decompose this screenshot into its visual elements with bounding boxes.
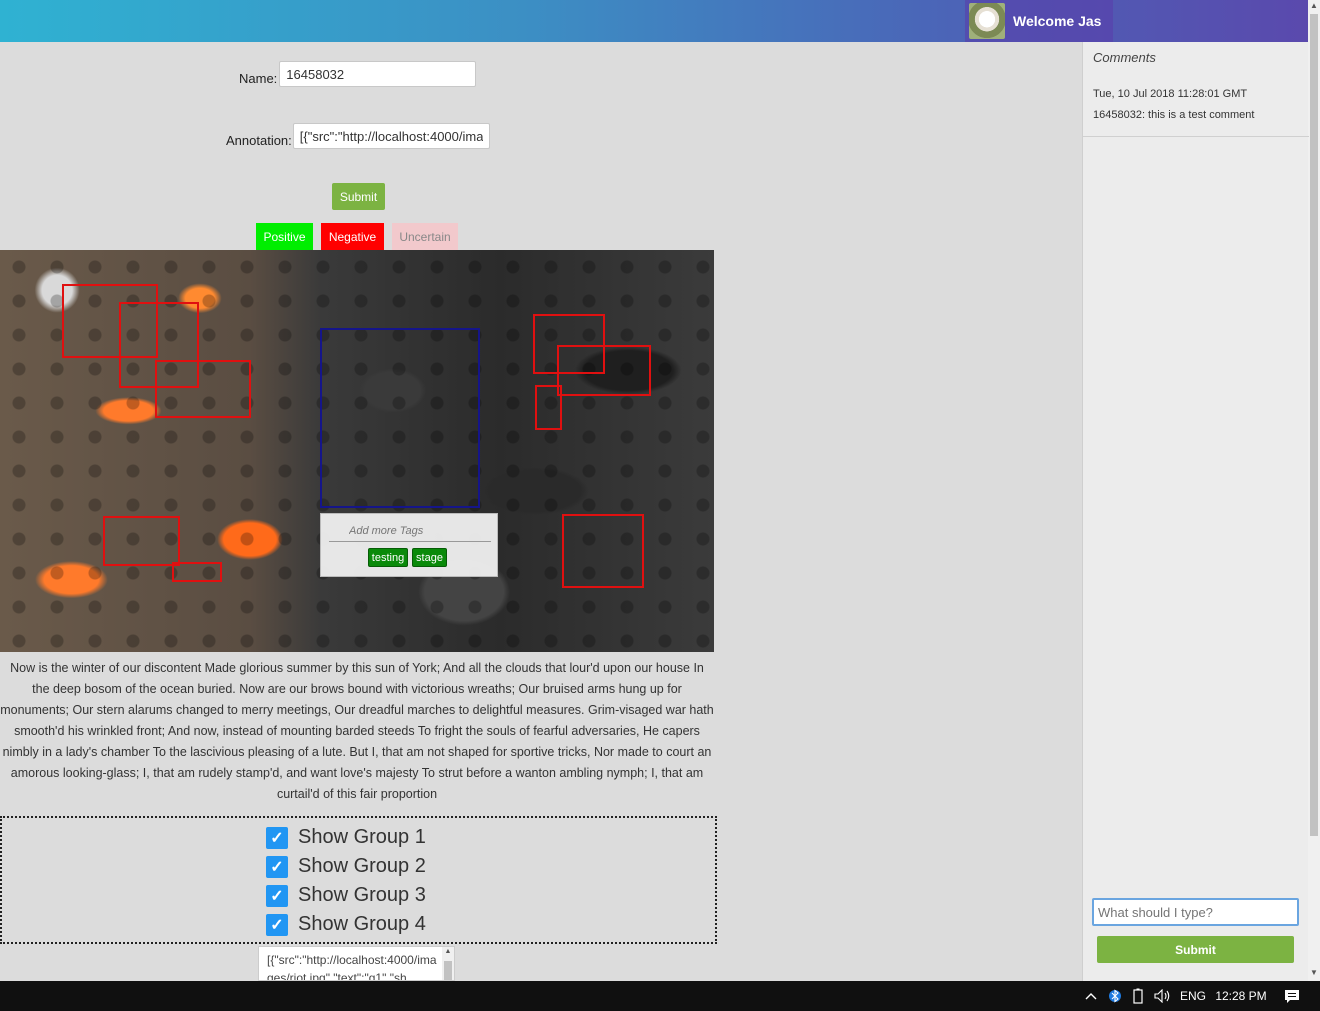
scroll-down-icon[interactable]: ▼ — [1308, 967, 1320, 979]
annotation-label: Annotation: — [226, 132, 292, 148]
scrollbar-thumb[interactable] — [444, 961, 452, 980]
comment-text: 16458032: this is a test comment — [1093, 109, 1255, 121]
scroll-up-icon[interactable]: ▲ — [442, 947, 454, 957]
group-label: Show Group 3 — [298, 884, 426, 906]
checkbox-checked-icon[interactable]: ✓ — [266, 913, 288, 936]
group-toggle-2[interactable]: ✓ Show Group 2 — [266, 855, 426, 878]
clock[interactable]: 12:28 PM — [1212, 981, 1270, 1011]
bounding-box[interactable] — [103, 516, 180, 566]
annotation-field[interactable] — [292, 123, 490, 149]
divider — [1083, 136, 1309, 137]
bounding-box[interactable] — [155, 360, 251, 418]
group-label: Show Group 2 — [298, 855, 426, 877]
battery-icon[interactable] — [1130, 981, 1146, 1011]
negative-button[interactable]: Negative — [321, 223, 384, 250]
tag-chip[interactable]: stage — [412, 548, 447, 567]
top-bar: Welcome Jas — [0, 0, 1308, 42]
avatar — [969, 3, 1005, 39]
json-output-text: [{"src":"http://localhost:4000/images/ri… — [267, 953, 437, 981]
name-row: Name: — [239, 61, 477, 87]
bounding-box[interactable] — [535, 385, 562, 430]
group-toggle-3[interactable]: ✓ Show Group 3 — [266, 884, 426, 907]
scrollbar-thumb[interactable] — [1310, 14, 1318, 836]
textarea-scrollbar[interactable]: ▲ — [442, 947, 454, 980]
comments-panel: Comments Tue, 10 Jul 2018 11:28:01 GMT 1… — [1082, 42, 1309, 981]
comment-submit-button[interactable]: Submit — [1097, 936, 1294, 963]
group-toggles: ✓ Show Group 1 ✓ Show Group 2 ✓ Show Gro… — [0, 816, 717, 944]
submit-button[interactable]: Submit — [332, 183, 385, 210]
scroll-up-icon[interactable]: ▲ — [1308, 0, 1320, 12]
checkbox-checked-icon[interactable]: ✓ — [266, 884, 288, 907]
uncertain-button[interactable]: Uncertain — [392, 223, 458, 250]
taskbar: ENG 12:28 PM — [0, 981, 1320, 1011]
checkbox-checked-icon[interactable]: ✓ — [266, 855, 288, 878]
group-label: Show Group 1 — [298, 826, 426, 848]
comment-date: Tue, 10 Jul 2018 11:28:01 GMT — [1093, 88, 1248, 100]
comments-title: Comments — [1093, 50, 1156, 65]
welcome-text: Welcome Jas — [1013, 13, 1102, 29]
image-caption: Now is the winter of our discontent Made… — [0, 661, 714, 801]
notifications-icon[interactable] — [1280, 981, 1304, 1011]
bounding-box[interactable] — [557, 345, 651, 396]
comment-input[interactable] — [1092, 898, 1299, 926]
add-tags-input[interactable] — [329, 520, 491, 542]
language-indicator[interactable]: ENG — [1178, 981, 1208, 1011]
json-output-textarea[interactable]: [{"src":"http://localhost:4000/images/ri… — [258, 946, 455, 981]
chevron-up-icon[interactable] — [1082, 981, 1100, 1011]
page-scrollbar[interactable]: ▲ ▼ — [1308, 0, 1320, 981]
bluetooth-icon[interactable] — [1106, 981, 1124, 1011]
bounding-box[interactable] — [172, 562, 222, 582]
group-label: Show Group 4 — [298, 913, 426, 935]
group-toggle-1[interactable]: ✓ Show Group 1 — [266, 826, 426, 849]
name-field[interactable] — [279, 61, 477, 87]
tag-popup: testing stage — [320, 513, 498, 577]
positive-button[interactable]: Positive — [256, 223, 313, 250]
bounding-box[interactable] — [562, 514, 644, 588]
name-label: Name: — [239, 70, 278, 86]
volume-icon[interactable] — [1152, 981, 1174, 1011]
annotated-image[interactable]: testing stage — [0, 250, 714, 652]
group-toggle-4[interactable]: ✓ Show Group 4 — [266, 913, 426, 936]
annotation-row: Annotation: — [226, 123, 490, 149]
user-menu[interactable]: Welcome Jas — [965, 0, 1113, 42]
tag-chip[interactable]: testing — [368, 548, 408, 567]
checkbox-checked-icon[interactable]: ✓ — [266, 826, 288, 849]
selected-bounding-box[interactable] — [320, 328, 480, 508]
